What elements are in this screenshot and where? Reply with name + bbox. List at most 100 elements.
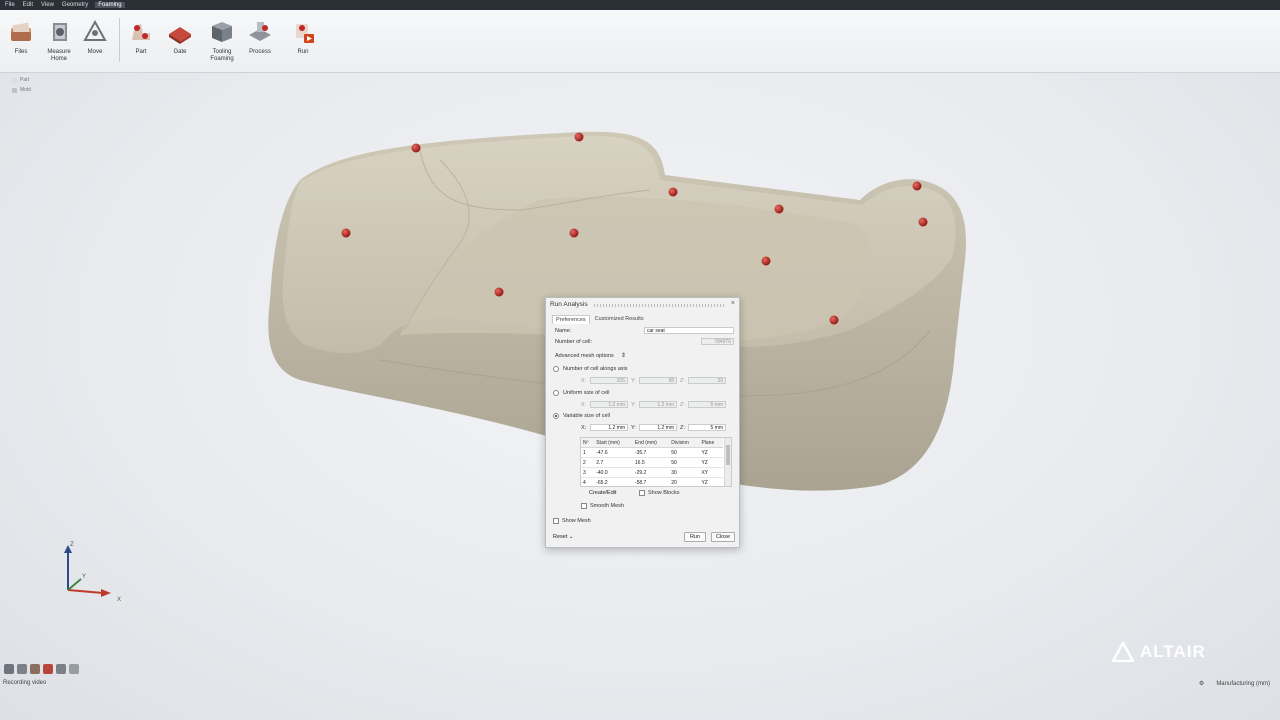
dialog-title: Run Analysis	[550, 301, 588, 308]
uniform-x-field[interactable]: 1.2 mm	[590, 401, 628, 408]
show-mesh-checkbox[interactable]	[553, 518, 559, 524]
files-button[interactable]: Files	[1, 18, 41, 56]
view-top-icon[interactable]	[30, 664, 40, 674]
process-icon	[249, 22, 271, 41]
menu-edit[interactable]: Edit	[22, 2, 34, 8]
number-of-cell-label: Number of cell:	[555, 339, 592, 345]
collapse-icon[interactable]: ⇕	[621, 352, 626, 359]
variable-x-field[interactable]: 1.2 mm	[590, 424, 628, 431]
table-row[interactable]: 3 -40.0 -29.2 30 XY	[581, 467, 723, 478]
table-header-row: Nº Start (mm) End (mm) Division Plane	[581, 438, 723, 448]
reset-button[interactable]: Reset ⌄	[553, 534, 574, 540]
move-icon	[83, 19, 107, 41]
run-button[interactable]: Run	[283, 18, 323, 56]
uniform-z-field[interactable]: 5 mm	[688, 401, 726, 408]
table-cell[interactable]: 50	[669, 457, 700, 468]
move-button[interactable]: Move	[75, 18, 115, 56]
variable-z-field[interactable]: 5 mm	[688, 424, 726, 431]
tab-customized-results[interactable]: Customized Results	[592, 315, 647, 324]
gate-icon	[169, 27, 191, 44]
table-row[interactable]: 1 -47.6 -35.7 50 YZ	[581, 447, 723, 458]
table-cell[interactable]: XY	[699, 467, 723, 478]
axis-z-field[interactable]: 39	[688, 377, 726, 384]
axis-triad[interactable]: Z Y X	[55, 535, 125, 605]
table-cell[interactable]: -58.7	[632, 477, 670, 486]
show-blocks-label: Show Blocks	[648, 490, 680, 496]
run-analysis-button[interactable]: Run	[684, 532, 706, 542]
zoom-icon[interactable]	[56, 664, 66, 674]
gear-icon[interactable]: ⚙	[1199, 680, 1204, 687]
table-cell: 2	[581, 457, 595, 468]
table-cell[interactable]: 16.5	[632, 457, 670, 468]
view-section-icon[interactable]	[43, 664, 53, 674]
dialog-drag-handle[interactable]	[594, 304, 726, 307]
column-header[interactable]: Nº	[581, 438, 595, 448]
variable-size-label: Variable size of cell	[563, 413, 610, 419]
column-header[interactable]: End (mm)	[632, 438, 670, 448]
smooth-mesh-checkbox[interactable]	[581, 503, 587, 509]
table-cell[interactable]: -65.2	[594, 477, 633, 486]
measure-home-button[interactable]: Measure Home	[39, 18, 79, 63]
table-cell: 4	[581, 477, 595, 486]
table-cell[interactable]: -35.7	[632, 447, 670, 458]
part-button[interactable]: Part	[121, 18, 161, 56]
radio-variable-size[interactable]	[553, 413, 559, 419]
tooling-foaming-icon	[212, 22, 232, 42]
dialog-tabs: Preferences Customized Results	[552, 315, 647, 324]
view-iso-icon[interactable]	[4, 664, 14, 674]
view-front-icon[interactable]	[17, 664, 27, 674]
tooling-foaming-button[interactable]: Tooling Foaming	[202, 18, 242, 63]
table-row[interactable]: 2 2.7 16.5 50 YZ	[581, 457, 723, 468]
mesh-blocks-table[interactable]: Nº Start (mm) End (mm) Division Plane 1 …	[580, 437, 732, 487]
table-cell[interactable]: 30	[669, 467, 700, 478]
create-edit-button[interactable]: Create/Edit	[589, 490, 617, 496]
process-button[interactable]: Process	[240, 18, 280, 56]
y-label: Y:	[631, 425, 636, 431]
table-scrollbar[interactable]	[724, 438, 731, 486]
measure-home-label: Measure Home	[47, 49, 71, 62]
radio-cells-along-axis[interactable]	[553, 366, 559, 372]
menu-file[interactable]: File	[4, 2, 16, 8]
axis-y-field[interactable]: 98	[639, 377, 677, 384]
table-cell[interactable]: -29.2	[632, 467, 670, 478]
column-header[interactable]: Division	[669, 438, 700, 448]
table-cell[interactable]: 20	[669, 477, 700, 486]
name-field[interactable]: car seat	[644, 327, 734, 334]
table-cell[interactable]: YZ	[699, 477, 723, 486]
close-button[interactable]: Close	[711, 532, 735, 542]
fit-view-icon[interactable]	[69, 664, 79, 674]
tooling-foaming-label: Tooling Foaming	[210, 49, 234, 62]
variable-y-field[interactable]: 1.2 mm	[639, 424, 677, 431]
reset-label: Reset	[553, 534, 568, 540]
table-cell[interactable]: YZ	[699, 457, 723, 468]
measure-home-icon	[53, 23, 67, 41]
scrollbar-thumb[interactable]	[726, 445, 730, 465]
part-label: Part	[135, 49, 147, 55]
y-label: Y:	[631, 378, 636, 384]
menu-foaming[interactable]: Foaming	[95, 2, 125, 8]
z-label: Z:	[680, 378, 685, 384]
tab-preferences[interactable]: Preferences	[552, 315, 590, 324]
table-cell[interactable]: 2.7	[594, 457, 633, 468]
gate-button[interactable]: Gate	[160, 18, 200, 56]
show-blocks-checkbox[interactable]	[639, 490, 645, 496]
menu-view[interactable]: View	[40, 2, 55, 8]
table-row[interactable]: 4 -65.2 -58.7 20 YZ	[581, 477, 723, 486]
axis-x-field[interactable]: 205	[590, 377, 628, 384]
table-cell[interactable]: -47.6	[594, 447, 633, 458]
column-header[interactable]: Start (mm)	[594, 438, 633, 448]
x-label: X:	[581, 425, 587, 431]
radio-uniform-size[interactable]	[553, 390, 559, 396]
table-cell[interactable]: -40.0	[594, 467, 633, 478]
column-header[interactable]: Plane	[699, 438, 723, 448]
units-selector[interactable]: ⚙ Manufacturing (mm)	[1199, 680, 1270, 688]
cells-along-axis-label: Number of cell alongs axis	[563, 366, 628, 372]
uniform-y-field[interactable]: 1.2 mm	[639, 401, 677, 408]
part-icon	[132, 24, 150, 40]
table-cell[interactable]: YZ	[699, 447, 723, 458]
menu-geometry[interactable]: Geometry	[61, 2, 89, 8]
ribbon-toolbar: Files Measure Home Move Part Gate Toolin…	[0, 10, 1280, 73]
close-icon[interactable]: ×	[731, 300, 735, 307]
units-label: Manufacturing (mm)	[1216, 680, 1270, 687]
table-cell[interactable]: 50	[669, 447, 700, 458]
